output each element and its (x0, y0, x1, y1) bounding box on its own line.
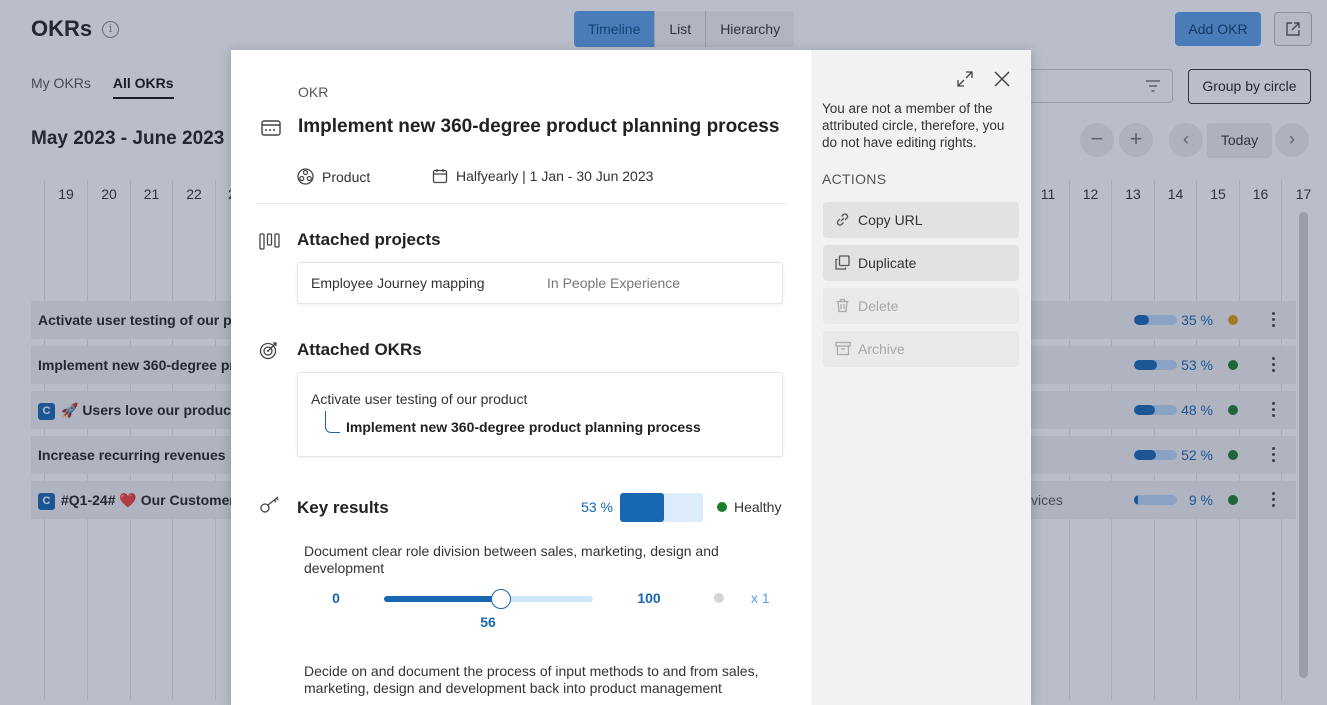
okr-detail-modal: OKR Implement new 360-degree product pla… (231, 50, 1031, 705)
okr-circle[interactable]: Product (297, 168, 370, 185)
kr-progress-label: 53 % (581, 499, 613, 515)
attached-okrs-title: Attached OKRs (297, 340, 422, 359)
child-okr-label: Implement new 360-degree product plannin… (346, 419, 701, 435)
actions-heading: ACTIONS (822, 171, 887, 187)
copy-icon (835, 255, 850, 270)
project-circle: In People Experience (547, 275, 681, 291)
kr-slider-thumb[interactable] (491, 589, 512, 609)
project-name: Employee Journey mapping (311, 275, 485, 291)
tree-connector (325, 411, 340, 433)
key-result-title: Decide on and document the process of in… (304, 663, 759, 696)
key-icon (260, 496, 279, 513)
kr-progress-bar (620, 493, 703, 522)
okr-card-icon (261, 120, 281, 136)
health-status-dot (717, 502, 727, 512)
okr-detail-sidebar: You are not a member of the attributed c… (811, 50, 1031, 705)
okr-period: Halfyearly | 1 Jan - 30 Jun 2023 (432, 168, 653, 184)
okr-title: Implement new 360-degree product plannin… (298, 116, 780, 137)
okr-detail-main: OKR Implement new 360-degree product pla… (231, 50, 811, 705)
kr-current-value: 56 (480, 614, 496, 630)
expand-icon[interactable] (956, 70, 974, 88)
circle-name: Product (322, 168, 371, 185)
kr-status-dot (714, 593, 724, 603)
health-status-label: Healthy (734, 499, 782, 515)
circle-icon (297, 168, 314, 185)
permission-note: You are not a member of the attributed c… (822, 101, 1005, 150)
copy-url-button[interactable]: Copy URL (823, 202, 1019, 238)
kr-progress-slider[interactable] (384, 589, 593, 609)
attached-okrs-card: Activate user testing of our product Imp… (297, 372, 783, 457)
period-label: Halfyearly | 1 Jan - 30 Jun 2023 (456, 168, 654, 184)
key-result-title: Document clear role division between sal… (304, 543, 719, 576)
link-icon (836, 213, 849, 226)
target-icon (259, 342, 277, 360)
delete-button[interactable]: Delete (823, 288, 1019, 324)
archive-icon (835, 341, 851, 356)
kr-min-value: 0 (332, 590, 340, 606)
kr-max-value: 100 (637, 590, 661, 606)
projects-icon (259, 233, 280, 250)
key-results-title: Key results (297, 498, 389, 517)
duplicate-button[interactable]: Duplicate (823, 245, 1019, 281)
archive-button[interactable]: Archive (823, 331, 1019, 367)
calendar-icon (432, 169, 448, 184)
close-icon[interactable] (993, 70, 1011, 88)
kr-weight[interactable]: x 1 (751, 590, 770, 606)
modal-kicker: OKR (298, 84, 329, 100)
attached-projects-title: Attached projects (297, 230, 441, 249)
trash-icon (836, 298, 849, 313)
parent-okr-link[interactable]: Activate user testing of our product (311, 391, 527, 407)
attached-project-card[interactable]: Employee Journey mapping In People Exper… (297, 262, 783, 304)
